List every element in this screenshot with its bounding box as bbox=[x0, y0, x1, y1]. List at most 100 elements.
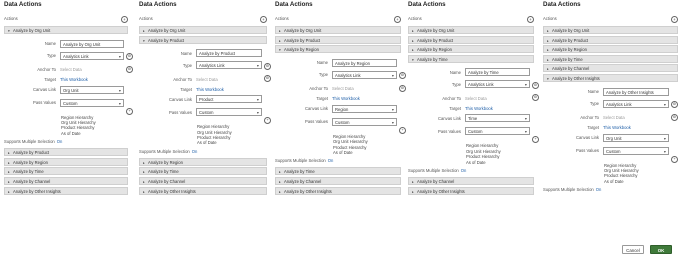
actions-label: Actions bbox=[408, 16, 422, 21]
supports-multiple-selection-label: Supports Multiple Selection bbox=[4, 139, 55, 145]
accordion-item[interactable]: ▸ Analyze by Other Insights bbox=[4, 186, 128, 195]
hierarchy-item: As of Date bbox=[61, 130, 81, 136]
type-select[interactable]: Analytics Link bbox=[465, 80, 530, 89]
accordion-item[interactable]: ▸ Analyze by Channel bbox=[408, 177, 534, 185]
accordion-item[interactable]: ▸ Analyze by Region bbox=[543, 45, 678, 54]
accordion-item[interactable]: ▸ Analyze by Time bbox=[275, 167, 401, 176]
accordion-item[interactable]: ▸ Analyze by Region bbox=[4, 157, 128, 166]
pass-values-select[interactable]: Custom bbox=[465, 127, 530, 136]
accordion-item[interactable]: ▸ Analyze by Product bbox=[543, 35, 678, 44]
accordion-item[interactable]: ▸ Analyze by Region bbox=[139, 157, 267, 166]
gear-icon[interactable]: ⚙ bbox=[532, 81, 539, 89]
accordion-item[interactable]: ▸ Analyze by Product bbox=[275, 35, 401, 44]
add-circle-icon[interactable]: + bbox=[260, 16, 267, 23]
target-link[interactable]: This Workbook bbox=[60, 77, 88, 82]
accordion-item[interactable]: ▸ Analyze by Channel bbox=[543, 64, 678, 73]
accordion-item[interactable]: ▸ Analyze by Channel bbox=[275, 177, 401, 185]
accordion-item-open[interactable]: ▾ Analyze by Org Unit bbox=[4, 26, 128, 34]
type-select[interactable]: Analytics Link bbox=[332, 70, 397, 79]
anchor-to-value[interactable]: Select Data bbox=[60, 67, 82, 72]
accordion-item[interactable]: ▸ Analyze by Product bbox=[408, 35, 534, 44]
supports-multiple-selection-toggle[interactable]: On bbox=[461, 168, 467, 173]
data-actions-panel: Data Actions Actions + ▾ Analyze by Org Unit… bbox=[2, 0, 133, 258]
gear-icon[interactable]: ⚙ bbox=[671, 101, 678, 109]
target-link[interactable]: This Workbook bbox=[196, 87, 224, 92]
accordion-item[interactable]: ▸ Analyze by Product bbox=[4, 148, 128, 157]
accordion-item[interactable]: ▸ Analyze by Org Unit bbox=[543, 26, 678, 34]
type-select[interactable]: Analytics Link bbox=[60, 51, 124, 60]
name-input[interactable]: Analyze by Region bbox=[332, 58, 397, 67]
accordion-item[interactable]: ▸ Analyze by Other Insights bbox=[275, 186, 401, 195]
name-input[interactable]: Analyze by Time bbox=[465, 68, 530, 77]
ok-button[interactable]: OK bbox=[650, 245, 672, 254]
panel-title: Data Actions bbox=[543, 1, 581, 8]
accordion-item-open[interactable]: ▾ Analyze by Other Insights bbox=[543, 74, 678, 82]
add-circle-icon[interactable]: + bbox=[264, 117, 271, 125]
name-label: Name bbox=[587, 89, 599, 95]
add-circle-icon[interactable]: + bbox=[532, 136, 539, 144]
add-circle-icon[interactable]: + bbox=[399, 126, 406, 134]
name-input[interactable]: Analyze by Org Unit bbox=[60, 39, 124, 48]
accordion-item[interactable]: ▸ Analyze by Channel bbox=[139, 177, 267, 185]
type-select[interactable]: Analytics Link bbox=[603, 99, 669, 108]
type-select[interactable]: Analytics Link bbox=[196, 61, 262, 70]
pass-values-select[interactable]: Custom bbox=[60, 98, 124, 107]
accordion-item[interactable]: ▸ Analyze by Org Unit bbox=[408, 26, 534, 34]
gear-icon[interactable]: ⚙ bbox=[532, 94, 539, 102]
accordion-item[interactable]: ▸ Analyze by Time bbox=[4, 167, 128, 176]
name-input[interactable]: Analyze by Other Insights bbox=[603, 87, 669, 96]
pass-values-select[interactable]: Custom bbox=[196, 108, 262, 117]
accordion-label: Analyze by Time bbox=[417, 56, 448, 62]
accordion-item[interactable]: ▸ Analyze by Other Insights bbox=[139, 186, 267, 195]
supports-multiple-selection-toggle[interactable]: On bbox=[57, 139, 63, 144]
anchor-to-value[interactable]: Select Data bbox=[332, 86, 354, 91]
gear-icon[interactable]: ⚙ bbox=[399, 72, 406, 80]
canvas-link-select[interactable]: Product bbox=[196, 95, 262, 104]
accordion-label: Analyze by Time bbox=[284, 169, 315, 175]
canvas-link-select[interactable]: Org Unit bbox=[60, 85, 124, 94]
canvas-link-select[interactable]: Org Unit bbox=[603, 133, 669, 142]
supports-multiple-selection-toggle[interactable]: On bbox=[596, 187, 602, 192]
add-circle-icon[interactable]: + bbox=[671, 155, 678, 163]
supports-multiple-selection-label: Supports Multiple Selection bbox=[543, 187, 594, 193]
supports-multiple-selection-toggle[interactable]: On bbox=[192, 149, 198, 154]
anchor-to-value[interactable]: Select Data bbox=[603, 115, 625, 120]
add-circle-icon[interactable]: + bbox=[394, 16, 401, 23]
pass-values-label: Pass Values bbox=[438, 128, 461, 134]
accordion-item[interactable]: ▸ Analyze by Other Insights bbox=[408, 186, 534, 195]
canvas-link-select[interactable]: Region bbox=[332, 104, 397, 113]
target-link[interactable]: This Workbook bbox=[332, 96, 360, 101]
accordion-item[interactable]: ▸ Analyze by Time bbox=[543, 54, 678, 63]
gear-icon[interactable]: ⚙ bbox=[399, 84, 406, 92]
accordion-item[interactable]: ▸ Analyze by Region bbox=[408, 45, 534, 54]
accordion-item[interactable]: ▸ Analyze by Org Unit bbox=[139, 26, 267, 34]
name-input[interactable]: Analyze by Product bbox=[196, 49, 262, 58]
gear-icon[interactable]: ⚙ bbox=[264, 75, 271, 83]
accordion-item-open[interactable]: ▾ Analyze by Region bbox=[275, 45, 401, 54]
target-link[interactable]: This Workbook bbox=[603, 125, 631, 130]
gear-icon[interactable]: ⚙ bbox=[126, 53, 133, 61]
add-circle-icon[interactable]: + bbox=[121, 16, 128, 23]
add-circle-icon[interactable]: + bbox=[671, 16, 678, 23]
canvas-link-label: Canvas Link bbox=[437, 115, 461, 121]
accordion-item-open[interactable]: ▾ Analyze by Product bbox=[139, 35, 267, 44]
anchor-to-value[interactable]: Select Data bbox=[465, 96, 487, 101]
gear-icon[interactable]: ⚙ bbox=[264, 62, 271, 70]
supports-multiple-selection-toggle[interactable]: On bbox=[328, 158, 334, 163]
accordion-item[interactable]: ▸ Analyze by Time bbox=[139, 167, 267, 176]
accordion-item[interactable]: ▸ Analyze by Org Unit bbox=[275, 26, 401, 34]
pass-values-select[interactable]: Custom bbox=[603, 146, 669, 155]
gear-icon[interactable]: ⚙ bbox=[671, 113, 678, 121]
accordion-item[interactable]: ▸ Analyze by Channel bbox=[4, 177, 128, 185]
actions-label: Actions bbox=[139, 16, 153, 21]
actions-label: Actions bbox=[275, 16, 289, 21]
target-link[interactable]: This Workbook bbox=[465, 106, 493, 111]
canvas-link-select[interactable]: Time bbox=[465, 114, 530, 123]
accordion-item-open[interactable]: ▾ Analyze by Time bbox=[408, 54, 534, 63]
add-circle-icon[interactable]: + bbox=[527, 16, 534, 23]
add-circle-icon[interactable]: + bbox=[126, 107, 133, 115]
gear-icon[interactable]: ⚙ bbox=[126, 65, 133, 73]
cancel-button[interactable]: Cancel bbox=[622, 245, 644, 254]
pass-values-select[interactable]: Custom bbox=[332, 117, 397, 126]
anchor-to-value[interactable]: Select Data bbox=[196, 77, 218, 82]
